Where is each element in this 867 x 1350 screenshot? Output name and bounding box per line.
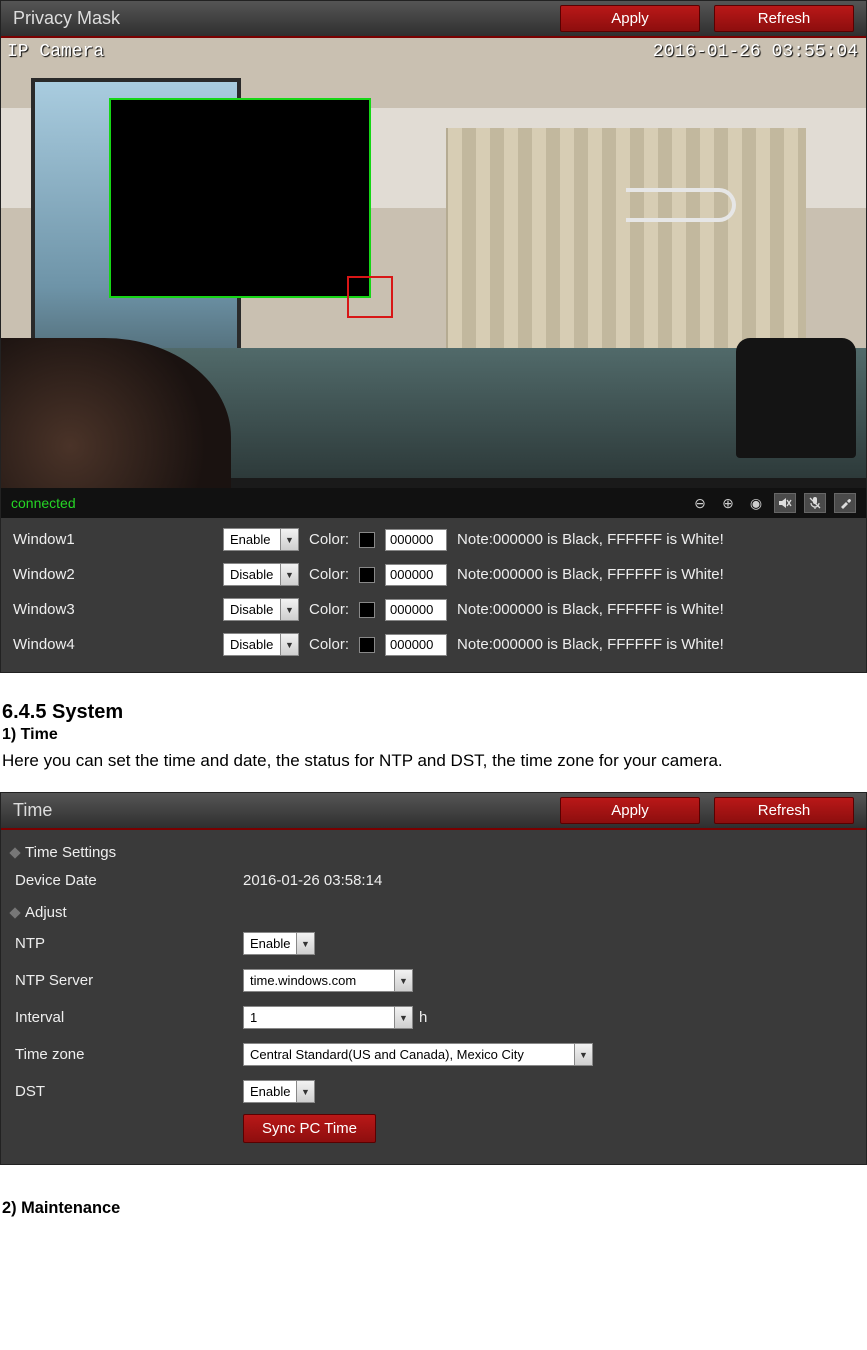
window-row-4: Window4 Disable ▼ Color: Note:000000 is … — [1, 627, 866, 662]
zoom-out-icon[interactable]: ⊖ — [690, 493, 710, 513]
color-swatch[interactable] — [359, 637, 375, 653]
apply-button[interactable]: Apply — [560, 797, 700, 824]
chevron-down-icon: ▼ — [296, 933, 314, 954]
color-swatch[interactable] — [359, 532, 375, 548]
window-label: Window4 — [13, 636, 213, 653]
heading-maintenance: 2) Maintenance — [2, 1199, 865, 1218]
window-label: Window1 — [13, 531, 213, 548]
color-label: Color: — [309, 531, 349, 548]
row-ntp: NTP Enable ▼ — [1, 925, 866, 962]
tools-icon[interactable] — [834, 493, 856, 513]
connection-status: connected — [11, 495, 76, 511]
color-note: Note:000000 is Black, FFFFFF is White! — [457, 531, 724, 548]
privacy-header: Privacy Mask Apply Refresh — [1, 1, 866, 38]
ntp-server-select[interactable]: time.windows.com ▼ — [243, 969, 413, 992]
interval-select[interactable]: 1 ▼ — [243, 1006, 413, 1029]
row-device-date: Device Date 2016-01-26 03:58:14 — [1, 865, 866, 896]
sync-pc-time-button[interactable]: Sync PC Time — [243, 1114, 376, 1143]
window-row-1: Window1 Enable ▼ Color: Note:000000 is B… — [1, 522, 866, 557]
dst-label: DST — [15, 1083, 243, 1100]
row-ntp-server: NTP Server time.windows.com ▼ — [1, 962, 866, 999]
timezone-label: Time zone — [15, 1046, 243, 1063]
section-time-settings: Time Settings — [1, 836, 866, 865]
color-note: Note:000000 is Black, FFFFFF is White! — [457, 601, 724, 618]
heading-time: 1) Time — [2, 726, 865, 744]
color-note: Note:000000 is Black, FFFFFF is White! — [457, 566, 724, 583]
speaker-mute-icon[interactable] — [774, 493, 796, 513]
camera-time-overlay: 2016-01-26 03:55:04 — [653, 42, 858, 62]
heading-system: 6.4.5 System — [2, 701, 865, 724]
camera-name-overlay: IP Camera — [7, 42, 104, 62]
window-row-3: Window3 Disable ▼ Color: Note:000000 is … — [1, 592, 866, 627]
privacy-header-buttons: Apply Refresh — [560, 5, 854, 32]
privacy-mask-panel: Privacy Mask Apply Refresh IP Camera 201… — [0, 0, 867, 673]
privacy-mask-region-1[interactable] — [109, 98, 371, 298]
color-label: Color: — [309, 566, 349, 583]
chevron-down-icon: ▼ — [280, 599, 298, 620]
device-date-value: 2016-01-26 03:58:14 — [243, 872, 382, 889]
window-rows: Window1 Enable ▼ Color: Note:000000 is B… — [1, 518, 866, 672]
ntp-select[interactable]: Enable ▼ — [243, 932, 315, 955]
video-preview[interactable]: IP Camera 2016-01-26 03:55:04 connected … — [1, 38, 866, 518]
section-adjust: Adjust — [1, 896, 866, 925]
chevron-down-icon: ▼ — [280, 564, 298, 585]
color-swatch[interactable] — [359, 567, 375, 583]
window2-color-input[interactable] — [385, 564, 447, 586]
doc-section-system: 6.4.5 System 1) Time Here you can set th… — [0, 673, 867, 782]
window4-color-input[interactable] — [385, 634, 447, 656]
window2-state-select[interactable]: Disable ▼ — [223, 563, 299, 586]
color-swatch[interactable] — [359, 602, 375, 618]
time-header: Time Apply Refresh — [1, 793, 866, 830]
interval-label: Interval — [15, 1009, 243, 1026]
chevron-down-icon: ▼ — [280, 634, 298, 655]
ntp-label: NTP — [15, 935, 243, 952]
time-title: Time — [13, 800, 52, 821]
mic-mute-icon[interactable] — [804, 493, 826, 513]
window3-state-select[interactable]: Disable ▼ — [223, 598, 299, 621]
window-label: Window2 — [13, 566, 213, 583]
timezone-select[interactable]: Central Standard(US and Canada), Mexico … — [243, 1043, 593, 1066]
color-note: Note:000000 is Black, FFFFFF is White! — [457, 636, 724, 653]
diamond-icon — [9, 907, 20, 918]
ntp-server-label: NTP Server — [15, 972, 243, 989]
record-icon[interactable]: ◉ — [746, 493, 766, 513]
window1-state-select[interactable]: Enable ▼ — [223, 528, 299, 551]
window1-color-input[interactable] — [385, 529, 447, 551]
privacy-title: Privacy Mask — [13, 8, 120, 29]
color-label: Color: — [309, 601, 349, 618]
paragraph-time: Here you can set the time and date, the … — [2, 748, 865, 774]
selection-handle[interactable] — [347, 276, 393, 318]
row-sync: Sync PC Time — [1, 1110, 866, 1150]
dst-select[interactable]: Enable ▼ — [243, 1080, 315, 1103]
chevron-down-icon: ▼ — [574, 1044, 592, 1065]
color-label: Color: — [309, 636, 349, 653]
time-form: Time Settings Device Date 2016-01-26 03:… — [1, 830, 866, 1164]
chevron-down-icon: ▼ — [296, 1081, 314, 1102]
zoom-in-icon[interactable]: ⊕ — [718, 493, 738, 513]
diamond-icon — [9, 847, 20, 858]
chevron-down-icon: ▼ — [280, 529, 298, 550]
row-dst: DST Enable ▼ — [1, 1073, 866, 1110]
window4-state-select[interactable]: Disable ▼ — [223, 633, 299, 656]
time-panel: Time Apply Refresh Time Settings Device … — [0, 792, 867, 1165]
window3-color-input[interactable] — [385, 599, 447, 621]
time-header-buttons: Apply Refresh — [560, 797, 854, 824]
interval-unit: h — [419, 1009, 427, 1026]
video-bar-icons: ⊖ ⊕ ◉ — [690, 493, 856, 513]
apply-button[interactable]: Apply — [560, 5, 700, 32]
window-label: Window3 — [13, 601, 213, 618]
chevron-down-icon: ▼ — [394, 1007, 412, 1028]
doc-section-maintenance: 2) Maintenance — [0, 1165, 867, 1222]
row-interval: Interval 1 ▼ h — [1, 999, 866, 1036]
window-row-2: Window2 Disable ▼ Color: Note:000000 is … — [1, 557, 866, 592]
chevron-down-icon: ▼ — [394, 970, 412, 991]
video-control-bar: connected ⊖ ⊕ ◉ — [1, 488, 866, 518]
device-date-label: Device Date — [15, 872, 243, 889]
refresh-button[interactable]: Refresh — [714, 797, 854, 824]
refresh-button[interactable]: Refresh — [714, 5, 854, 32]
row-timezone: Time zone Central Standard(US and Canada… — [1, 1036, 866, 1073]
